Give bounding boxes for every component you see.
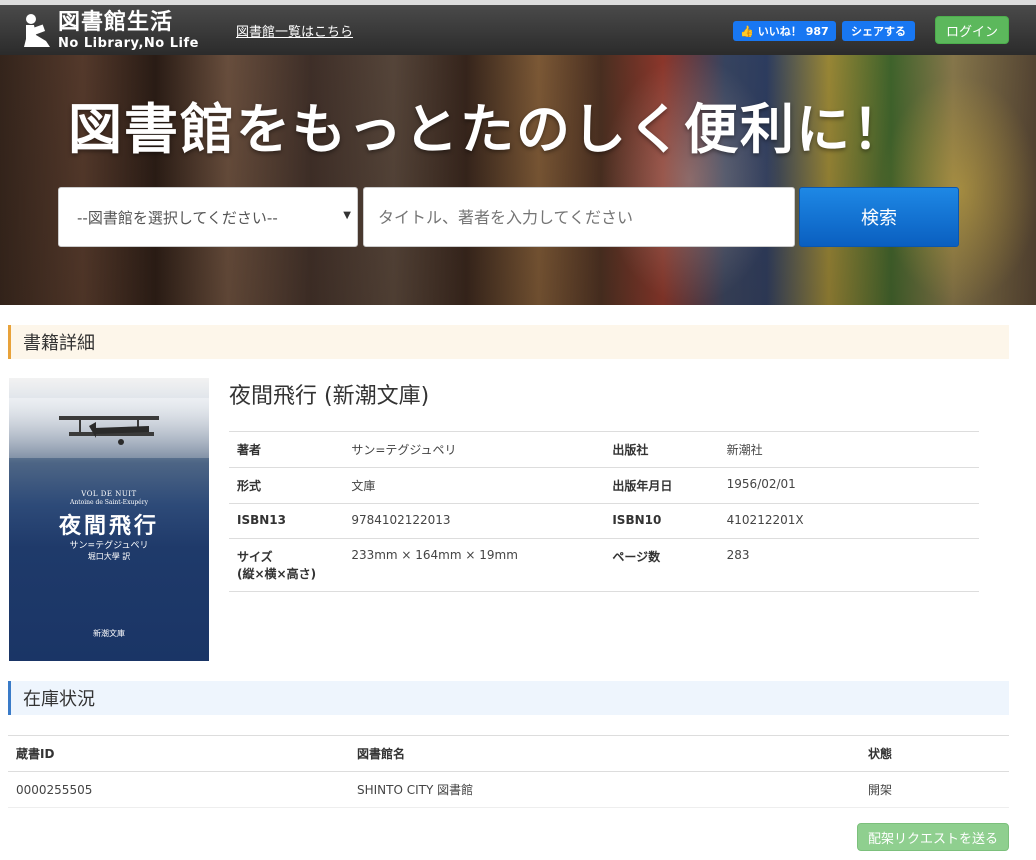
detail-value: 新潮社 [718, 431, 979, 468]
cover-title-japanese: 夜間飛行 [58, 513, 159, 539]
library-name: SHINTO CITY 図書館 [349, 771, 860, 808]
table-row: 著者 サン=テグジュペリ 出版社 新潮社 [229, 431, 979, 468]
detail-label: ISBN10 [604, 503, 719, 539]
shelf-request-button[interactable]: 配架リクエストを送る [857, 823, 1009, 851]
facebook-share-button[interactable]: シェアする [842, 21, 915, 41]
detail-label: 出版社 [604, 431, 719, 468]
facebook-like-button[interactable]: 👍 いいね！ 987 [733, 21, 836, 41]
detail-label: サイズ (縦×横×高さ) [229, 538, 344, 592]
search-button[interactable]: 検索 [799, 187, 959, 247]
detail-value: 410212201X [718, 503, 979, 539]
library-select[interactable]: --図書館を選択してください-- ▼ [58, 187, 358, 247]
table-row: 形式 文庫 出版年月日 1956/02/01 [229, 467, 979, 504]
login-button[interactable]: ログイン [935, 16, 1009, 44]
search-input[interactable] [363, 187, 795, 247]
like-label: いいね！ [757, 25, 802, 38]
thumbs-up-icon: 👍 [740, 24, 754, 38]
holding-status: 開架 [860, 771, 1009, 808]
detail-value: 9784102122013 [343, 503, 605, 539]
detail-label: 形式 [229, 467, 344, 504]
cover-translator: 堀口大學 訳 [87, 552, 131, 561]
book-cover-image: VOL DE NUIT Antoine de Saint-Exupéry 夜間飛… [9, 378, 209, 661]
site-logo[interactable]: 図書館生活 No Library,No Life [20, 11, 199, 51]
detail-value: 1956/02/01 [718, 467, 979, 504]
cover-publisher: 新潮文庫 [93, 629, 125, 638]
logo-subtitle: No Library,No Life [58, 36, 199, 51]
library-select-value: --図書館を選択してください-- [77, 208, 278, 227]
logo-title: 図書館生活 [58, 10, 174, 35]
detail-value: 283 [718, 538, 979, 592]
table-row: ISBN13 9784102122013 ISBN10 410212201X [229, 503, 979, 539]
library-list-link[interactable]: 図書館一覧はこちら [236, 21, 353, 40]
like-count: 987 [805, 24, 829, 38]
detail-value: サン=テグジュペリ [343, 431, 605, 468]
cover-author-french: Antoine de Saint-Exupéry [70, 499, 148, 506]
table-row: 0000255505 SHINTO CITY 図書館 開架 [8, 771, 1009, 808]
book-detail-table: 著者 サン=テグジュペリ 出版社 新潮社 形式 文庫 出版年月日 1956/02… [229, 431, 979, 592]
detail-value: 文庫 [343, 467, 605, 504]
holding-id: 0000255505 [8, 771, 349, 808]
cover-author-japanese: サン=テグジュペリ [69, 541, 149, 551]
biplane-illustration [59, 416, 159, 445]
column-header-library: 図書館名 [349, 735, 860, 772]
column-header-id: 蔵書ID [8, 735, 349, 772]
chevron-down-icon: ▼ [343, 210, 351, 221]
detail-label: 出版年月日 [604, 467, 719, 504]
cover-title-french: VOL DE NUIT [81, 490, 137, 498]
detail-label: ページ数 [604, 538, 719, 592]
detail-value: 233mm × 164mm × 19mm [343, 538, 605, 592]
hero-banner: 図書館をもっとたのしく便利に！ --図書館を選択してください-- ▼ 検索 [0, 55, 1036, 305]
table-header-row: 蔵書ID 図書館名 状態 [8, 735, 1009, 772]
table-row: サイズ (縦×横×高さ) 233mm × 164mm × 19mm ページ数 2… [229, 538, 979, 592]
detail-label-sub: (縦×横×高さ) [237, 567, 317, 581]
book-title: 夜間飛行 (新潮文庫) [229, 384, 430, 409]
detail-label-main: サイズ [237, 550, 273, 564]
detail-label: 著者 [229, 431, 344, 468]
reader-logo-icon [24, 14, 50, 47]
book-detail-heading: 書籍詳細 [8, 325, 1009, 359]
hero-title: 図書館をもっとたのしく便利に！ [68, 98, 908, 161]
stock-table: 蔵書ID 図書館名 状態 0000255505 SHINTO CITY 図書館 … [8, 735, 1009, 808]
top-navbar: 図書館生活 No Library,No Life 図書館一覧はこちら 👍 いいね… [0, 0, 1036, 55]
detail-label: ISBN13 [229, 503, 344, 539]
stock-status-heading: 在庫状況 [8, 681, 1009, 715]
column-header-status: 状態 [860, 735, 1009, 772]
